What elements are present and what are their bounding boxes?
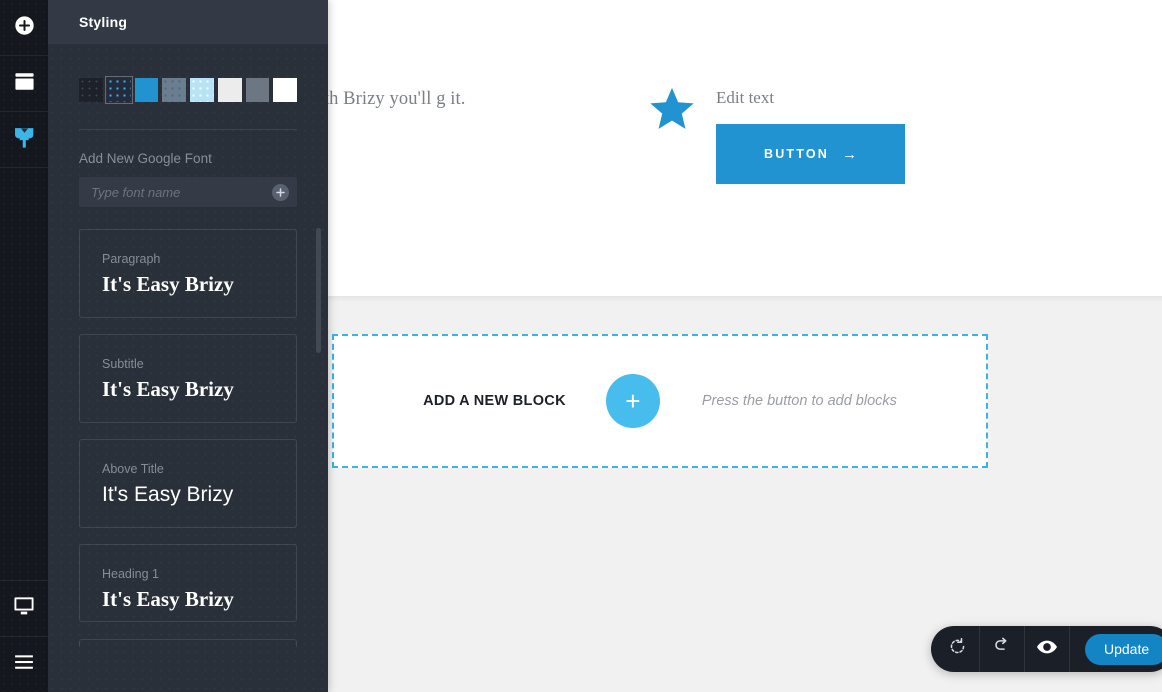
hamburger-menu-icon bbox=[13, 654, 35, 675]
google-font-field[interactable] bbox=[79, 177, 297, 207]
styling-panel: Styling Add New Google Font Type font na… bbox=[48, 0, 328, 692]
styling-panel-scrollbar[interactable] bbox=[316, 228, 321, 353]
typography-sample: It's Easy Brizy bbox=[102, 272, 234, 296]
color-palette bbox=[79, 45, 297, 104]
typography-card-above-title[interactable]: Above Title It's Easy Brizy bbox=[79, 439, 297, 529]
window-layout-icon bbox=[14, 72, 35, 96]
add-block-plus-icon[interactable]: + bbox=[605, 374, 660, 428]
styling-panel-header: Styling bbox=[48, 0, 328, 45]
undo-icon bbox=[948, 637, 967, 661]
typography-list[interactable]: Paragraph It's Easy Brizy Subtitle It's … bbox=[79, 229, 297, 647]
swatch-blue[interactable] bbox=[134, 78, 159, 102]
typography-card-subtitle[interactable]: Subtitle It's Easy Brizy bbox=[79, 334, 297, 424]
monitor-icon bbox=[13, 596, 35, 621]
add-new-block-hint: Press the button to add blocks bbox=[701, 393, 897, 409]
swatch-gray[interactable] bbox=[245, 78, 270, 102]
add-new-typography-button[interactable]: Add New bbox=[79, 639, 297, 647]
undo-button[interactable] bbox=[935, 626, 980, 672]
typography-kind: Heading 1 bbox=[102, 567, 159, 582]
panel-title: Styling bbox=[79, 14, 128, 30]
rail-item-main-menu[interactable] bbox=[0, 636, 48, 692]
hero-cta-button[interactable]: BUTTON → bbox=[716, 124, 905, 184]
typography-sample: It's Easy Brizy bbox=[102, 377, 234, 402]
rail-item-device-preview[interactable] bbox=[0, 580, 48, 636]
swatch-dark-dotted[interactable] bbox=[79, 78, 103, 102]
brizy-editor: page builder before, with Brizy you'll g… bbox=[0, 0, 1162, 692]
swatch-slate-dotted[interactable] bbox=[162, 78, 186, 102]
typography-sample: It's Easy Brizy bbox=[102, 483, 234, 507]
typography-kind: Paragraph bbox=[102, 252, 161, 266]
rail-item-add-element[interactable] bbox=[0, 0, 48, 56]
arrow-right-icon: → bbox=[842, 145, 858, 163]
swatch-navy-blue-dotted[interactable] bbox=[104, 76, 133, 104]
rail-item-styling[interactable] bbox=[0, 112, 48, 168]
typography-kind: Subtitle bbox=[102, 357, 144, 372]
redo-button[interactable] bbox=[980, 626, 1025, 672]
editor-toolbar: Update bbox=[931, 626, 1162, 672]
plus-circle-icon bbox=[14, 15, 35, 41]
panel-divider bbox=[79, 129, 297, 130]
edit-text-label[interactable]: Edit text bbox=[716, 88, 774, 108]
typography-kind: Above Title bbox=[102, 462, 164, 477]
typography-card-paragraph[interactable]: Paragraph It's Easy Brizy bbox=[79, 229, 297, 319]
swatch-near-white[interactable] bbox=[217, 78, 242, 102]
update-button[interactable]: Update bbox=[1085, 633, 1162, 665]
eye-icon bbox=[1037, 640, 1057, 659]
preview-button[interactable] bbox=[1025, 626, 1070, 672]
add-new-block-label: ADD A NEW BLOCK bbox=[423, 393, 566, 409]
paint-brush-icon bbox=[13, 126, 36, 153]
swatch-white[interactable] bbox=[273, 78, 297, 102]
star-icon[interactable] bbox=[648, 86, 696, 134]
typography-card-heading-1[interactable]: Heading 1 It's Easy Brizy bbox=[79, 544, 297, 623]
add-new-block-dropzone[interactable]: ADD A NEW BLOCK + Press the button to ad… bbox=[332, 334, 988, 468]
swatch-light-blue-dotted[interactable] bbox=[190, 78, 214, 102]
google-font-label: Add New Google Font bbox=[79, 151, 212, 166]
typography-sample: It's Easy Brizy bbox=[102, 587, 234, 612]
rail-item-blocks[interactable] bbox=[0, 56, 48, 112]
redo-icon bbox=[993, 637, 1012, 661]
hero-cta-label: BUTTON bbox=[763, 147, 830, 161]
google-font-input[interactable] bbox=[91, 184, 272, 200]
rail-spacer bbox=[0, 168, 48, 580]
add-google-font-plus-icon[interactable] bbox=[272, 183, 289, 201]
left-icon-rail bbox=[0, 0, 48, 692]
